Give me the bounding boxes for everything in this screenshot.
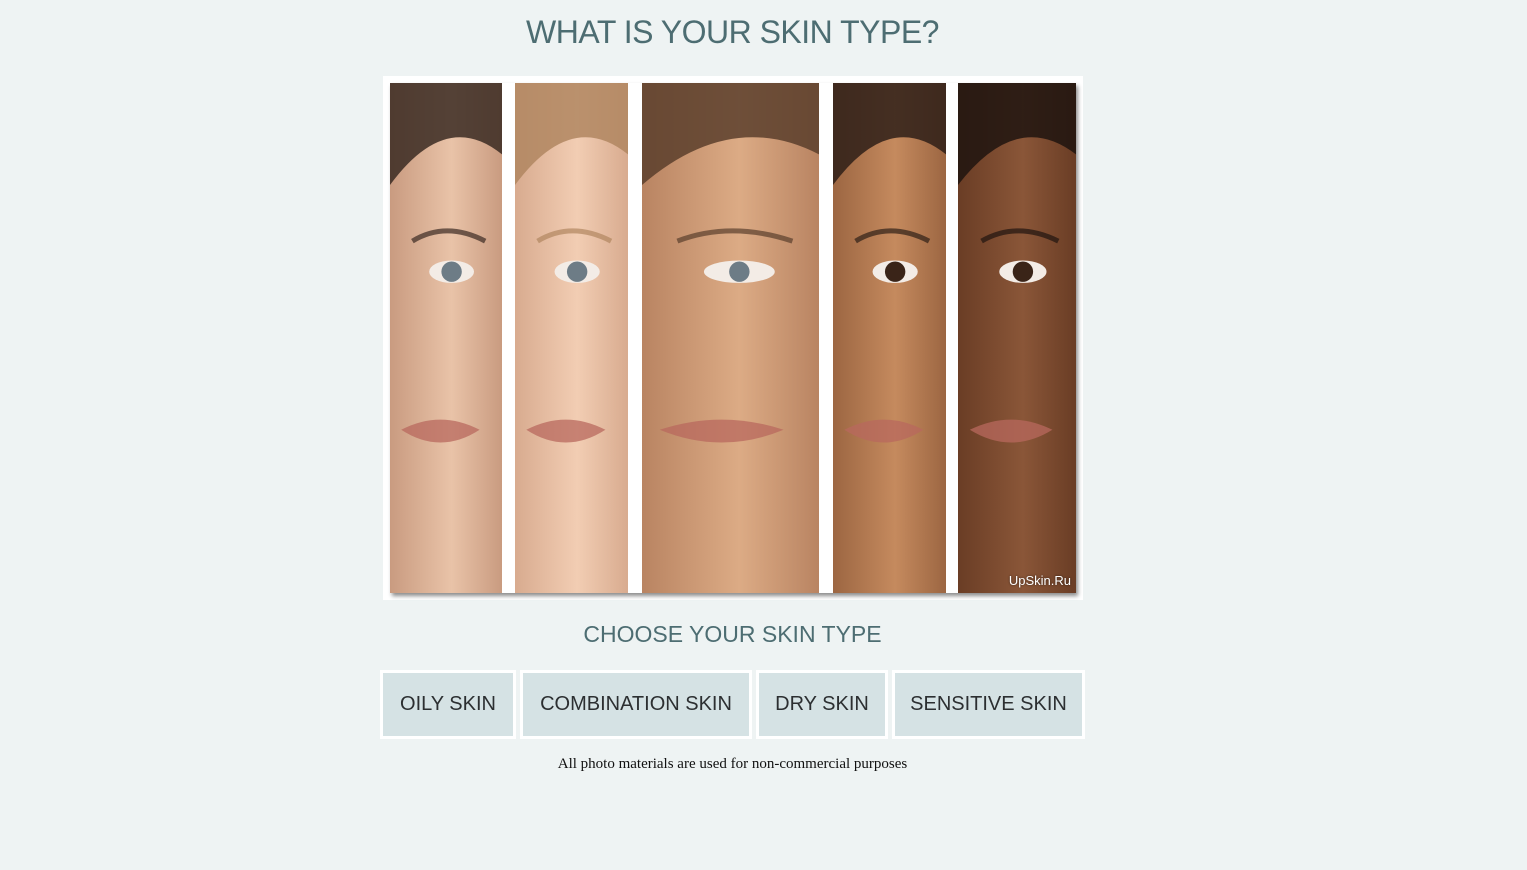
face-panel-1 — [390, 83, 502, 593]
sensitive-skin-button[interactable]: SENSITIVE SKIN — [892, 670, 1085, 739]
dry-skin-button[interactable]: DRY SKIN — [756, 670, 888, 739]
choose-skin-title: CHOOSE YOUR SKIN TYPE — [583, 621, 882, 647]
skin-type-options: OILY SKIN COMBINATION SKIN DRY SKIN SENS… — [380, 670, 1085, 739]
disclaimer-text: All photo materials are used for non-com… — [557, 756, 908, 772]
oily-skin-button[interactable]: OILY SKIN — [380, 670, 516, 739]
face-panel-2 — [515, 83, 628, 593]
photo-watermark: UpSkin.Ru — [1008, 573, 1071, 588]
face-illustration — [390, 83, 502, 593]
face-panel-4 — [833, 83, 946, 593]
face-illustration — [833, 83, 946, 593]
page-title: WHAT IS YOUR SKIN TYPE? — [526, 14, 939, 50]
combination-skin-button[interactable]: COMBINATION SKIN — [520, 670, 752, 739]
skin-types-photo: UpSkin.Ru — [383, 76, 1083, 600]
face-illustration — [642, 83, 819, 593]
face-illustration — [958, 83, 1076, 593]
face-panel-5 — [958, 83, 1076, 593]
face-illustration — [515, 83, 628, 593]
face-panel-3 — [642, 83, 819, 593]
